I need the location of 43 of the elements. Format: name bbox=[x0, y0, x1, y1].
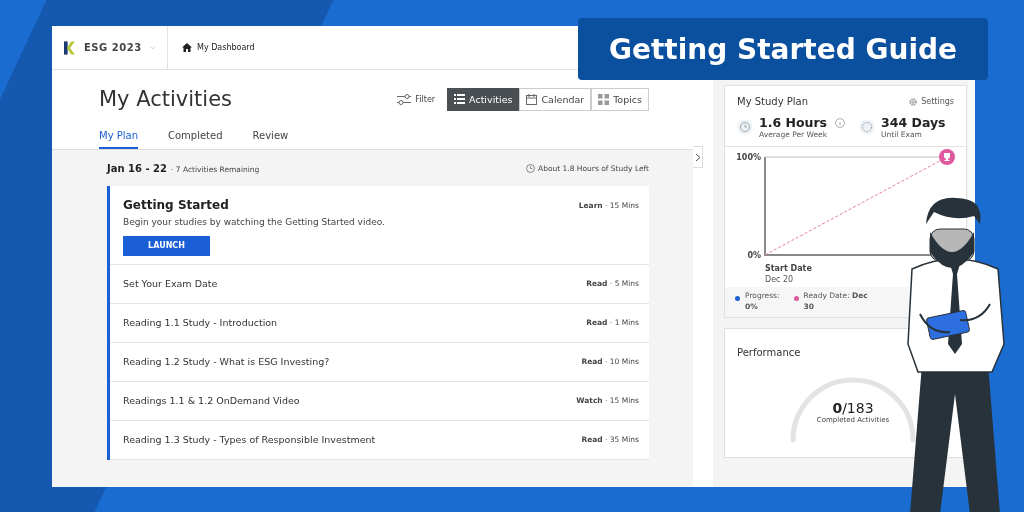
settings-link[interactable]: Settings bbox=[921, 97, 954, 106]
axis-label: 0% bbox=[747, 251, 761, 260]
activity-title: Reading 1.2 Study - What is ESG Investing? bbox=[123, 356, 330, 367]
filter-button[interactable]: Filter bbox=[397, 93, 436, 105]
completed-count: 0/183 bbox=[832, 400, 874, 416]
grid-icon bbox=[598, 93, 610, 105]
activity-title: Getting Started bbox=[123, 198, 229, 212]
week-dates: Jan 16 - 22 bbox=[107, 162, 167, 174]
activity-title: Reading 1.1 Study - Introduction bbox=[123, 317, 278, 328]
view-tab[interactable]: Activities bbox=[447, 87, 520, 111]
activity-title: Readings 1.1 & 1.2 OnDemand Video bbox=[123, 395, 300, 406]
launch-button[interactable]: LAUNCH bbox=[123, 235, 210, 256]
clock-icon bbox=[526, 163, 535, 173]
view-tab[interactable]: Calendar bbox=[519, 87, 592, 111]
card-title: My Study Plan bbox=[737, 96, 809, 107]
axis-label: Dec 20 bbox=[765, 275, 794, 284]
filter-icon bbox=[397, 93, 412, 105]
calendar-icon bbox=[859, 119, 876, 135]
breadcrumb-link[interactable]: My Dashboard bbox=[197, 43, 255, 52]
axis-label: 100% bbox=[736, 153, 761, 162]
card-title: Performance bbox=[737, 347, 801, 358]
stat-value: 344 Days bbox=[881, 115, 946, 130]
collapse-button[interactable] bbox=[693, 146, 703, 168]
banner: Getting Started Guide bbox=[578, 18, 988, 80]
view-tab[interactable]: Topics bbox=[591, 87, 649, 111]
calendar-icon bbox=[526, 93, 538, 105]
trophy-icon bbox=[939, 149, 955, 165]
tab[interactable]: Completed bbox=[168, 126, 223, 149]
home-icon[interactable] bbox=[182, 43, 192, 52]
activity-title: Set Your Exam Date bbox=[123, 278, 218, 289]
tab[interactable]: Review bbox=[252, 126, 289, 149]
settings-icon[interactable] bbox=[908, 96, 919, 107]
list-icon bbox=[454, 94, 466, 104]
activity-description: Begin your studies by watching the Getting Started video. bbox=[123, 217, 386, 227]
course-name[interactable]: ESG 2023 bbox=[84, 42, 142, 53]
axis-label: Start Date bbox=[765, 264, 812, 273]
caret-icon[interactable] bbox=[149, 44, 155, 51]
chevron-right-icon bbox=[694, 152, 701, 162]
stat-value: 1.6 Hours bbox=[759, 115, 828, 130]
page-title: My Activities bbox=[99, 87, 233, 111]
clock-icon bbox=[737, 119, 753, 135]
activity-title: Reading 1.3 Study - Types of Responsible Investment bbox=[123, 434, 376, 445]
info-icon[interactable] bbox=[835, 117, 846, 128]
